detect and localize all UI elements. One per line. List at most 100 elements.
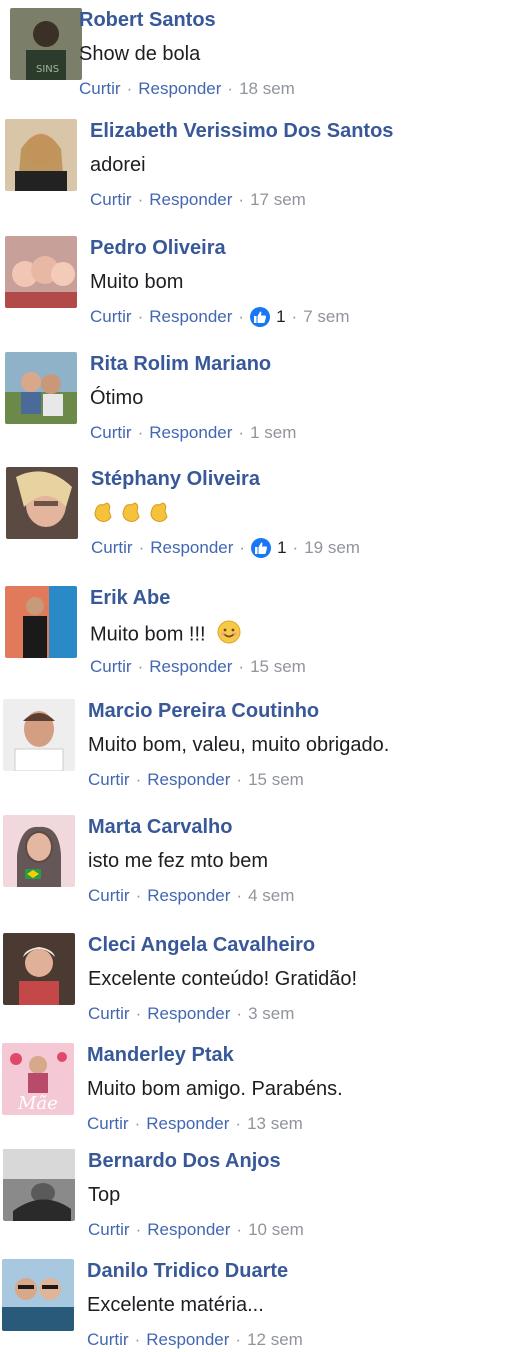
avatar[interactable] — [6, 467, 78, 539]
comment-text — [91, 499, 175, 531]
reply-link[interactable]: Responder — [150, 537, 233, 559]
reply-link[interactable]: Responder — [146, 1113, 229, 1135]
separator: · — [134, 1114, 141, 1133]
avatar[interactable]: Mãe — [2, 1043, 74, 1115]
separator: · — [137, 657, 144, 676]
comment-actions: Curtir · Responder · 4 sem — [88, 885, 294, 907]
comment-author[interactable]: Stéphany Oliveira — [91, 467, 260, 491]
avatar[interactable]: SINS — [10, 8, 82, 80]
like-link[interactable]: Curtir — [90, 306, 132, 328]
comment-author[interactable]: Manderley Ptak — [87, 1043, 234, 1067]
reply-link[interactable]: Responder — [147, 769, 230, 791]
comment-time[interactable]: 10 sem — [248, 1219, 304, 1241]
comment-text: Excelente matéria... — [87, 1294, 264, 1316]
like-link[interactable]: Curtir — [88, 1003, 130, 1025]
comment-author[interactable]: Robert Santos — [79, 8, 216, 32]
separator: · — [135, 886, 142, 905]
comment-author[interactable]: Marta Carvalho — [88, 815, 233, 839]
separator: · — [238, 307, 245, 326]
comment-time[interactable]: 1 sem — [250, 422, 296, 444]
comment-author[interactable]: Erik Abe — [90, 586, 170, 610]
comment-author[interactable]: Cleci Angela Cavalheiro — [88, 933, 315, 957]
separator: · — [239, 538, 246, 557]
avatar[interactable] — [5, 236, 77, 308]
comment-time[interactable]: 4 sem — [248, 885, 294, 907]
separator: · — [236, 770, 243, 789]
like-link[interactable]: Curtir — [90, 656, 132, 678]
comment-time[interactable]: 18 sem — [239, 78, 295, 100]
avatar[interactable] — [2, 1259, 74, 1331]
avatar[interactable] — [3, 1149, 75, 1221]
comment-time[interactable]: 12 sem — [247, 1329, 303, 1351]
thumbs-up-icon[interactable] — [250, 307, 271, 327]
separator: · — [135, 1004, 142, 1023]
comment-time[interactable]: 15 sem — [250, 656, 306, 678]
smiling-face-emoji — [217, 620, 241, 650]
separator: · — [137, 423, 144, 442]
avatar[interactable] — [3, 699, 75, 771]
comment-author[interactable]: Rita Rolim Mariano — [90, 352, 271, 376]
separator: · — [135, 1220, 142, 1239]
comment-actions: Curtir · Responder · 1 · 7 sem — [90, 306, 350, 328]
comment-text-value: Muito bom !!! — [90, 623, 206, 646]
separator: · — [236, 886, 243, 905]
comment-author[interactable]: Bernardo Dos Anjos — [88, 1149, 281, 1173]
reply-link[interactable]: Responder — [147, 1003, 230, 1025]
reaction-count[interactable]: 1 — [276, 306, 285, 328]
comment-text: isto me fez mto bem — [88, 850, 269, 872]
like-link[interactable]: Curtir — [90, 189, 132, 211]
comment-text: adorei — [90, 154, 146, 176]
reaction-count[interactable]: 1 — [277, 537, 286, 559]
comment-actions: Curtir · Responder · 1 · 19 sem — [91, 537, 360, 559]
separator: · — [227, 79, 234, 98]
separator: · — [238, 657, 245, 676]
like-link[interactable]: Curtir — [88, 885, 130, 907]
comment-actions: Curtir · Responder · 1 sem — [90, 422, 296, 444]
separator: · — [236, 1004, 243, 1023]
comment-author[interactable]: Marcio Pereira Coutinho — [88, 699, 319, 723]
comment-text: Excelente conteúdo! Gratidão! — [88, 968, 358, 990]
comment-time[interactable]: 17 sem — [250, 189, 306, 211]
comment-author[interactable]: Elizabeth Verissimo Dos Santos — [90, 119, 393, 143]
reply-link[interactable]: Responder — [138, 78, 221, 100]
comment-actions: Curtir · Responder · 12 sem — [87, 1329, 303, 1351]
separator: · — [137, 190, 144, 209]
avatar[interactable] — [5, 352, 77, 424]
separator: · — [138, 538, 145, 557]
like-link[interactable]: Curtir — [90, 422, 132, 444]
separator: · — [236, 1220, 243, 1239]
like-link[interactable]: Curtir — [79, 78, 121, 100]
thumbs-up-icon[interactable] — [251, 538, 272, 558]
reply-link[interactable]: Responder — [149, 306, 232, 328]
comment-author[interactable]: Danilo Tridico Duarte — [87, 1259, 288, 1283]
comment-time[interactable]: 13 sem — [247, 1113, 303, 1135]
reply-link[interactable]: Responder — [147, 885, 230, 907]
comment-actions: Curtir · Responder · 3 sem — [88, 1003, 294, 1025]
avatar[interactable] — [3, 815, 75, 887]
comment-time[interactable]: 7 sem — [303, 306, 349, 328]
separator: · — [235, 1330, 242, 1349]
comment-text: Muito bom, valeu, muito obrigado. — [88, 734, 390, 756]
like-link[interactable]: Curtir — [87, 1113, 129, 1135]
reply-link[interactable]: Responder — [149, 422, 232, 444]
like-link[interactable]: Curtir — [88, 769, 130, 791]
reply-link[interactable]: Responder — [146, 1329, 229, 1351]
avatar[interactable] — [5, 586, 77, 658]
like-link[interactable]: Curtir — [88, 1219, 130, 1241]
comment-time[interactable]: 3 sem — [248, 1003, 294, 1025]
reply-link[interactable]: Responder — [149, 189, 232, 211]
separator: · — [238, 423, 245, 442]
separator: · — [291, 307, 298, 326]
reply-link[interactable]: Responder — [147, 1219, 230, 1241]
comment-time[interactable]: 19 sem — [304, 537, 360, 559]
avatar[interactable] — [5, 119, 77, 191]
comment-time[interactable]: 15 sem — [248, 769, 304, 791]
separator: · — [135, 770, 142, 789]
like-link[interactable]: Curtir — [91, 537, 133, 559]
comment-text: Top — [88, 1184, 121, 1206]
comment-author[interactable]: Pedro Oliveira — [90, 236, 226, 260]
reply-link[interactable]: Responder — [149, 656, 232, 678]
like-link[interactable]: Curtir — [87, 1329, 129, 1351]
separator: · — [292, 538, 299, 557]
avatar[interactable] — [3, 933, 75, 1005]
